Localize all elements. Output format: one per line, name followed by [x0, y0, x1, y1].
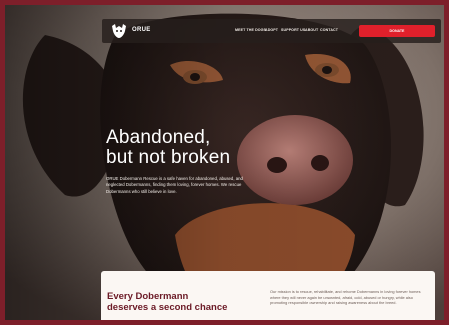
nav-link-meet-the-dogs[interactable]: MEET THE DOGS [235, 28, 266, 32]
mission-card-title: Every Dobermann deserves a second chance [107, 291, 257, 313]
mission-card-text: Our mission is to rescue, rehabilitate, … [270, 289, 421, 306]
nav-link-support-us[interactable]: SUPPORT US [281, 28, 305, 32]
mission-card: Every Dobermann deserves a second chance… [101, 271, 435, 320]
mission-card-title-line-2: deserves a second chance [107, 302, 228, 313]
top-navigation-bar: ORUE MEET THE DOGS ADOPT SUPPORT US ABOU… [102, 19, 441, 43]
nav-link-adopt[interactable]: ADOPT [265, 28, 278, 32]
hero-headline-line-2: but not broken [106, 147, 231, 168]
hero-section: ORUE MEET THE DOGS ADOPT SUPPORT US ABOU… [5, 5, 444, 320]
nav-link-about[interactable]: ABOUT [305, 28, 318, 32]
donate-button[interactable]: DONATE [359, 25, 435, 37]
page-bottom-strip [0, 320, 449, 325]
hero-intro-text: ORUE Dobermann Rescue is a safe haven fo… [106, 176, 243, 194]
hero-headline-line-1: Abandoned, [106, 127, 211, 148]
dog-paw-logo-icon[interactable] [110, 23, 128, 39]
brand-name[interactable]: ORUE [132, 27, 151, 33]
hero-headline: Abandoned, but not broken [106, 128, 230, 168]
mission-card-title-line-1: Every Dobermann [107, 291, 189, 302]
nav-link-contact[interactable]: CONTACT [320, 28, 338, 32]
